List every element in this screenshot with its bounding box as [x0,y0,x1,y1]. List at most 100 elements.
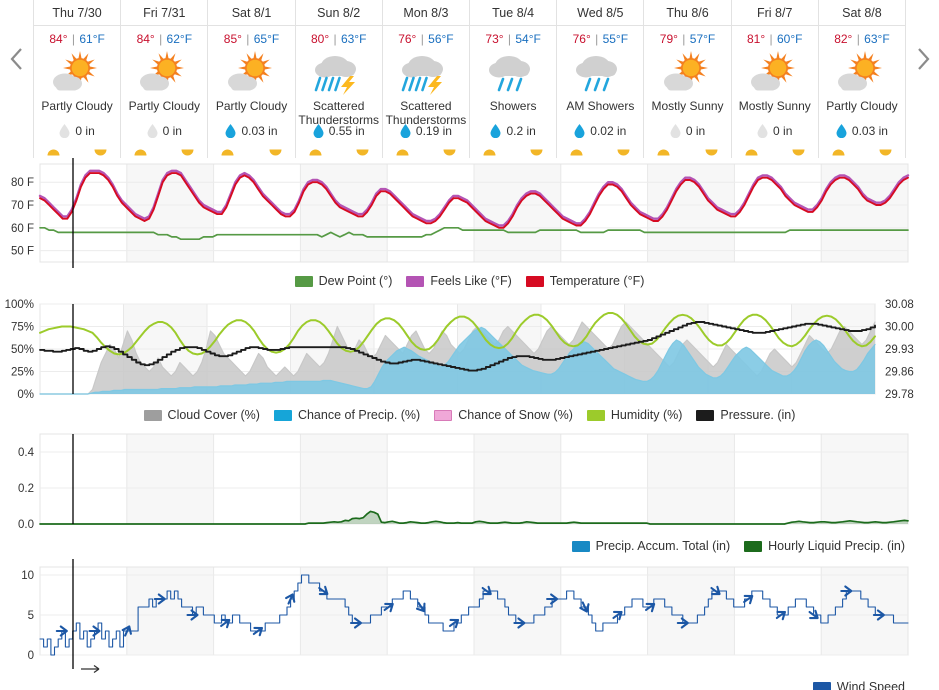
legend-swatch [696,409,715,421]
high-temp: 76° [572,32,591,46]
precip-amount: 0.55 in [296,124,382,138]
sunset-icon [94,149,107,156]
precip-amount: 0.19 in [383,124,469,138]
day-columns: Thu 7/30 84° | 61°F Partly Cloudy 0 in Fri 7… [33,0,907,158]
wind-chart[interactable]: 0 5 10 [0,559,939,674]
legend-item-pressure[interactable]: Pressure. (in) [696,408,795,422]
day-column[interactable]: Wed 8/5 76° | 55°F AM Showers 0.02 in [557,0,645,158]
temp-separator: | [507,32,512,46]
legend-label: Pressure. (in) [720,408,796,422]
precip-droplet-icon [313,124,324,138]
day-temps: 73° | 54°F [485,26,540,46]
legend-item-hourly-liquid-precip[interactable]: Hourly Liquid Precip. (in) [744,539,905,553]
sunset-icon [792,149,805,156]
precip-amount: 0 in [121,124,207,138]
precipitation-chart[interactable]: 0.0 0.2 0.4 [0,428,939,533]
legend-item-dew-point[interactable]: Dew Point (°) [294,274,392,288]
low-temp: 56°F [428,32,454,46]
axis-tick-label: 50% [11,344,34,356]
high-temp: 79° [659,32,678,46]
sunset-marker [705,143,718,156]
day-column[interactable]: Thu 8/6 79° | 57°F Mostly Sunny 0 in [644,0,732,158]
low-temp: 63°F [340,32,367,46]
sunrise-marker [570,143,583,156]
sunset-icon [879,149,892,156]
day-column[interactable]: Sun 8/2 80° | 63°F Scattered Thunderstorms… [295,0,383,158]
precip-amount: 0.03 in [819,124,905,138]
sunrise-marker [309,143,322,156]
low-temp: 57°F [689,32,716,46]
temperature-legend: Dew Point (°) Feels Like (°F) Temperature … [0,268,939,294]
sunrise-marker [396,143,409,156]
axis-tick-label: 50 F [11,246,34,258]
precip-value: 0.02 in [590,124,627,138]
axis-tick-label: 0 [28,650,34,662]
sun-times-row [208,143,294,156]
partly-cloudy-icon [53,51,98,91]
prev-days-button[interactable] [0,0,33,158]
legend-swatch [294,275,313,287]
sunset-marker [879,143,892,156]
legend-item-cloud-cover[interactable]: Cloud Cover (%) [143,408,260,422]
legend-item-temperature[interactable]: Temperature (°F) [525,274,644,288]
legend-item-wind-speed[interactable]: Wind Speed [812,680,905,690]
axis-tick-label: 0.4 [18,447,35,459]
high-temp: 85° [223,32,242,46]
sun-times-row [644,143,730,156]
day-name: Thu 7/30 [34,0,121,26]
mostly-sunny-icon [750,51,795,91]
precip-value: 0 in [685,124,706,138]
showers-icon [489,56,531,92]
temp-separator: | [71,32,75,46]
legend-item-feels-like[interactable]: Feels Like (°F) [406,274,512,288]
legend-item-chance-of-precip[interactable]: Chance of Precip. (%) [273,408,420,422]
sunrise-marker [483,143,496,156]
day-column[interactable]: Thu 7/30 84° | 61°F Partly Cloudy 0 in [34,0,122,158]
sun-times-row [819,143,905,156]
precip-value: 0.55 in [328,124,365,138]
legend-item-humidity[interactable]: Humidity (%) [586,408,682,422]
legend-swatch [744,540,763,552]
day-column[interactable]: Fri 8/7 81° | 60°F Mostly Sunny 0 in [731,0,819,158]
low-temp: 55°F [602,32,629,46]
day-column[interactable]: Sat 8/8 82° | 63°F Partly Cloudy 0.03 in [818,0,907,158]
low-temp: 62°F [166,32,193,46]
legend-label: Precip. Accum. Total (in) [595,539,731,553]
legend-item-chance-of-snow[interactable]: Chance of Snow (%) [434,408,573,422]
day-column[interactable]: Fri 7/31 84° | 62°F Partly Cloudy 0 in [121,0,209,158]
weather-icon [136,48,192,96]
sunrise-marker [832,143,845,156]
next-days-button[interactable] [906,0,939,158]
precip-value: 0.2 in [506,124,536,138]
axis-tick-label: 25% [11,367,34,379]
legend-swatch [571,540,590,552]
sunset-icon [443,149,456,156]
precip-droplet-icon [59,124,70,138]
day-column[interactable]: Sat 8/1 85° | 65°F Partly Cloudy 0.03 in [208,0,296,158]
day-name: Sat 8/1 [208,0,295,26]
sunrise-marker [657,143,670,156]
sunset-icon [530,149,543,156]
day-column[interactable]: Mon 8/3 76° | 56°F Scattered Thunderstorms… [382,0,471,158]
day-column[interactable]: Tue 8/4 73° | 54°F Showers 0.2 in [470,0,558,158]
partly-cloudy-icon [140,51,185,91]
sunset-marker [181,143,194,156]
sunset-marker [617,143,630,156]
temperature-chart[interactable]: 50 F 60 F 70 F 80 F [0,158,939,268]
sun-times-row [732,143,818,156]
sun-times-row [383,143,469,156]
sunrise-icon [221,149,234,156]
legend-item-precip-accum-total[interactable]: Precip. Accum. Total (in) [571,539,731,553]
day-temps: 79° | 57°F [660,26,715,46]
precip-value: 0 in [75,124,95,138]
legend-label: Chance of Snow (%) [458,408,573,422]
precip-droplet-icon [836,124,847,138]
conditions-panel: 0% 25% 50% 75% 100% 29.78 29.86 29.93 30.00 30.08… [0,294,939,428]
legend-label: Hourly Liquid Precip. (in) [768,539,905,553]
axis-tick-label: 75% [11,322,34,334]
sunset-marker [356,143,369,156]
thunderstorm-icon [401,56,443,95]
low-temp: 63°F [864,32,890,46]
conditions-chart[interactable]: 0% 25% 50% 75% 100% 29.78 29.86 29.93 30.00 30.08 [0,294,939,402]
precip-droplet-icon [400,124,411,138]
